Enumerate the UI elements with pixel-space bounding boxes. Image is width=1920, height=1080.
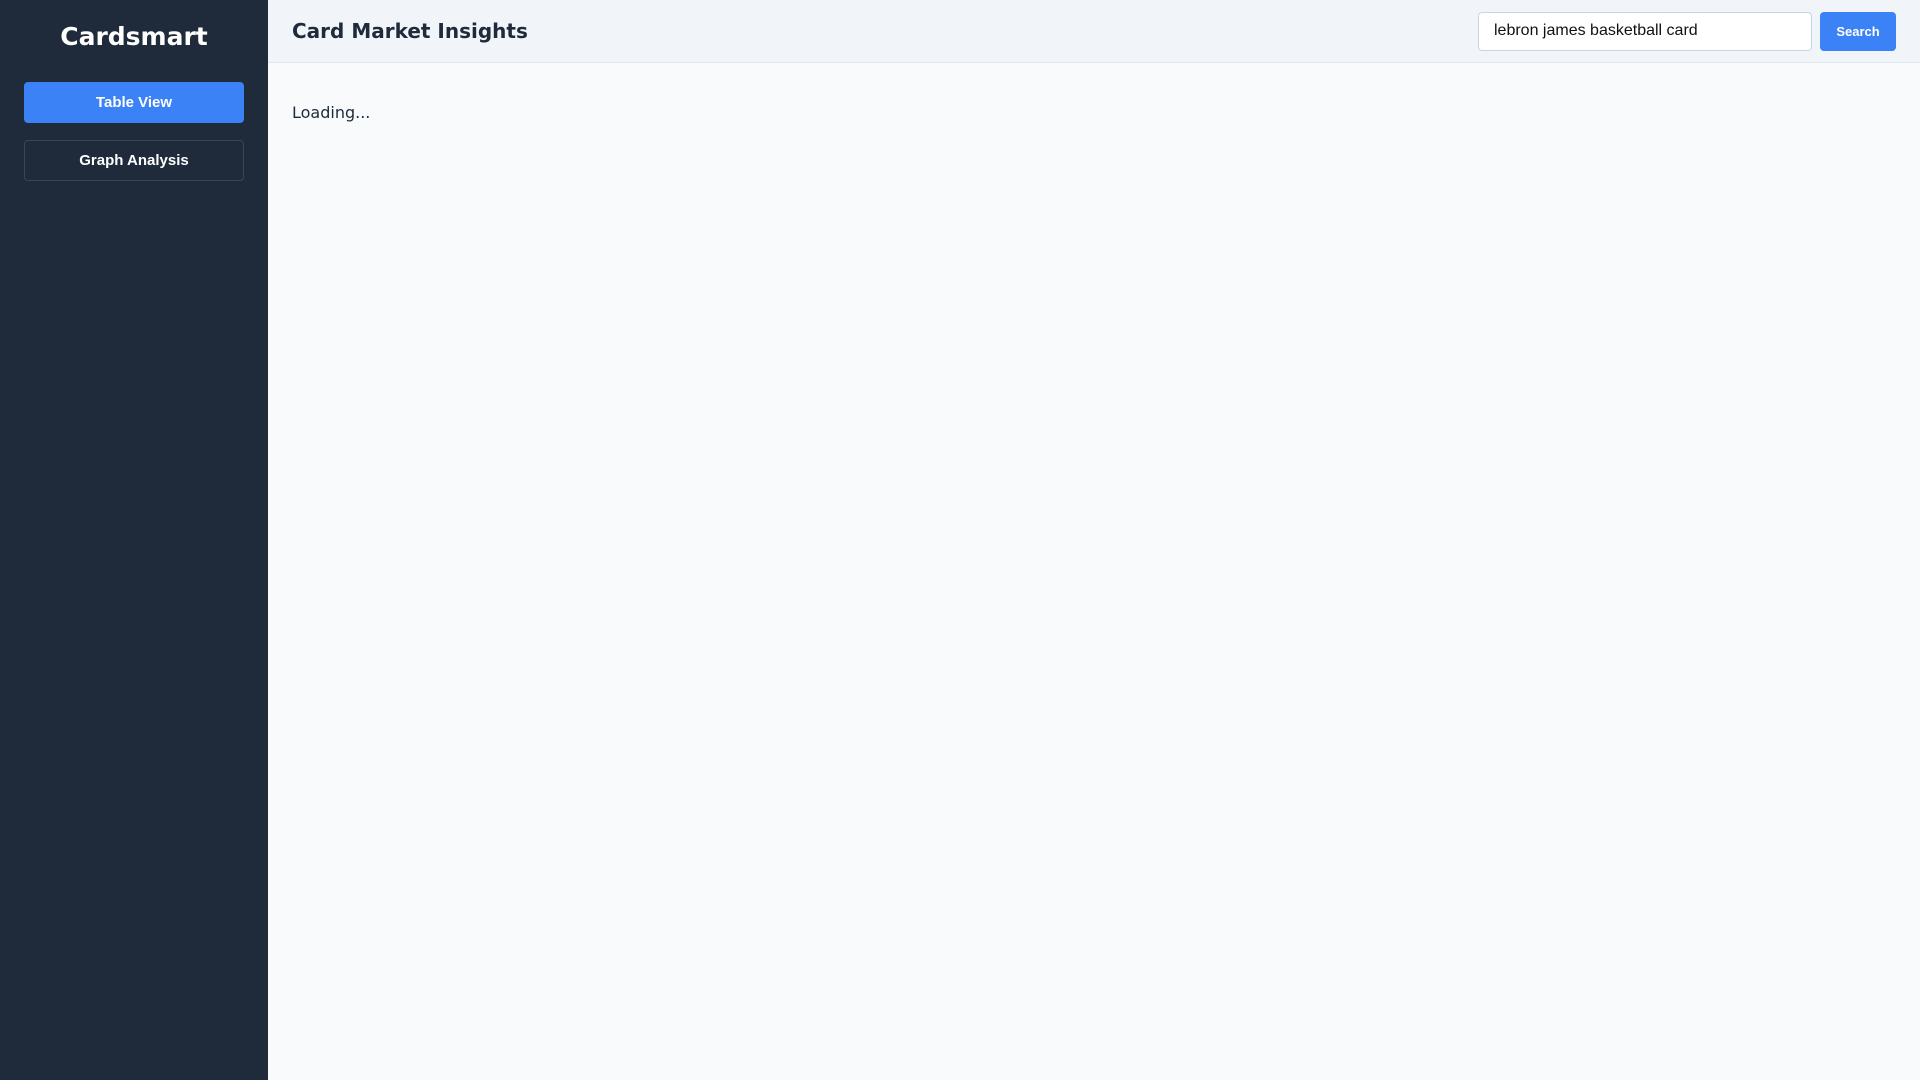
search-bar: Search (1478, 11, 1896, 51)
search-input[interactable] (1478, 11, 1812, 51)
app-root: Cardsmart Table View Graph Analysis Card… (0, 0, 1920, 1080)
content-area: Loading... (268, 63, 1920, 162)
sidebar: Cardsmart Table View Graph Analysis (0, 0, 268, 1080)
loading-status: Loading... (292, 103, 371, 122)
search-button[interactable]: Search (1820, 11, 1896, 51)
graph-analysis-button[interactable]: Graph Analysis (24, 140, 244, 181)
table-view-button[interactable]: Table View (24, 82, 244, 123)
sidebar-nav: Table View Graph Analysis (24, 82, 244, 181)
main-area: Card Market Insights Search Loading... (268, 0, 1920, 1080)
header: Card Market Insights Search (268, 0, 1920, 63)
brand-logo: Cardsmart (60, 22, 208, 51)
page-title: Card Market Insights (292, 19, 528, 43)
